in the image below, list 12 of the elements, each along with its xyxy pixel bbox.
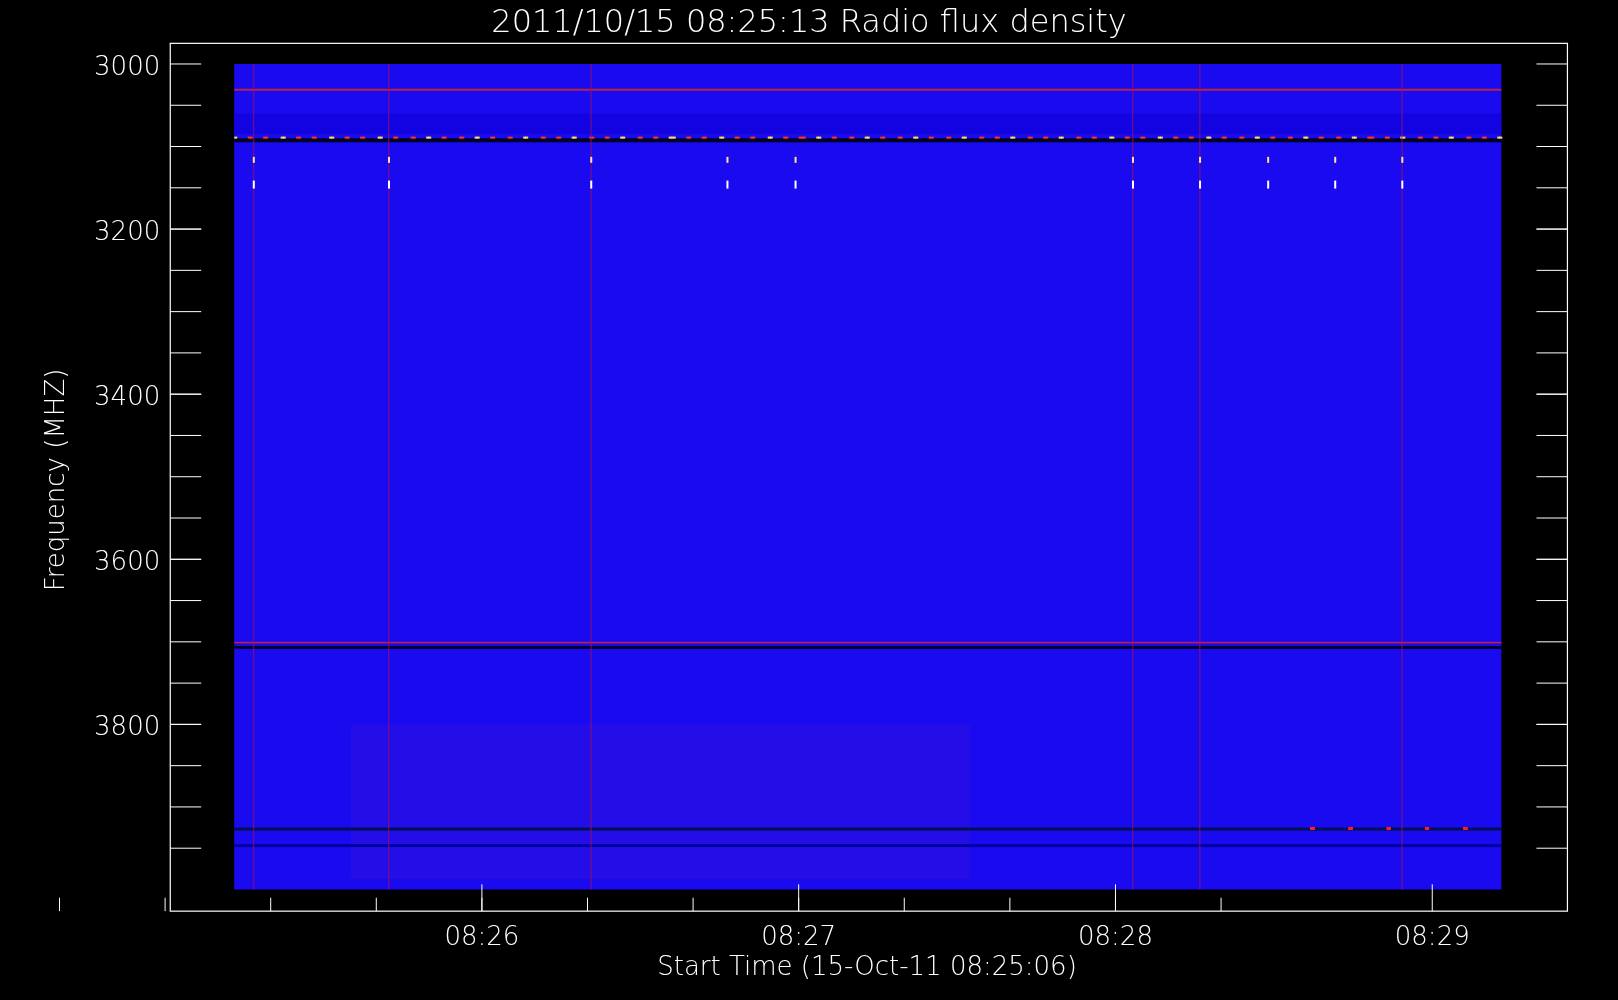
y-tick-label: 3200 bbox=[94, 216, 161, 247]
x-axis-label: Start Time (15-Oct-11 08:25:06) bbox=[657, 951, 1077, 981]
x-tick-label: 08:26 bbox=[444, 921, 520, 952]
x-tick-label: 08:27 bbox=[761, 921, 837, 952]
y-tick-label: 3800 bbox=[94, 711, 161, 742]
plot-title: 2011/10/15 08:25:13 Radio flux density bbox=[491, 2, 1127, 40]
y-axis-label: Frequency (MHZ) bbox=[40, 368, 70, 592]
y-tick-label: 3000 bbox=[94, 51, 161, 81]
x-tick-label: 08:29 bbox=[1394, 921, 1470, 952]
y-tick-label: 3400 bbox=[94, 381, 161, 412]
x-tick-label: 08:28 bbox=[1078, 921, 1153, 952]
y-tick-label: 3600 bbox=[94, 546, 161, 577]
